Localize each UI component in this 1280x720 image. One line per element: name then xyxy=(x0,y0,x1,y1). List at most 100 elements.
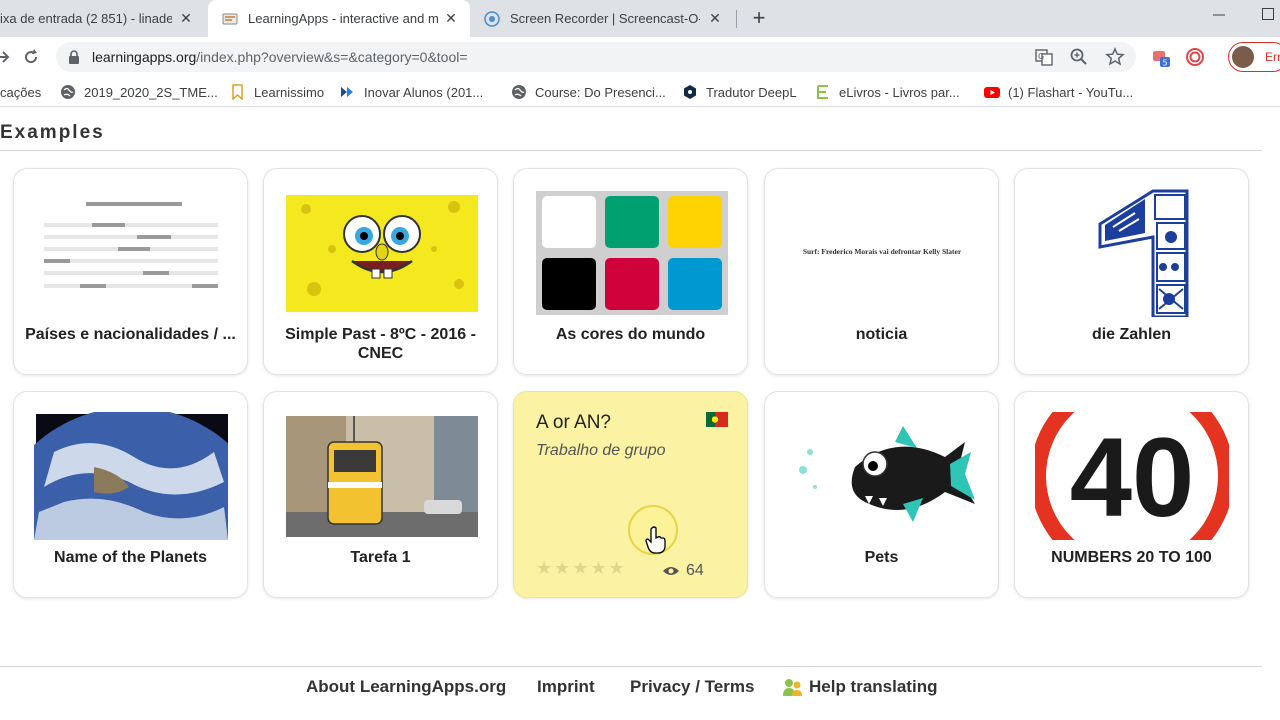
text-lines-thumbnail xyxy=(44,202,218,288)
app-card[interactable]: die Zahlen xyxy=(1014,168,1249,375)
divider xyxy=(0,666,1262,667)
card-title: As cores do mundo xyxy=(555,326,706,343)
divider xyxy=(0,150,1262,151)
card-title: Tarefa 1 xyxy=(350,549,411,566)
card-subtitle: Trabalho de grupo xyxy=(536,442,666,459)
app-card[interactable]: Tarefa 1 xyxy=(263,391,498,598)
view-count-value: 64 xyxy=(686,562,704,579)
close-icon[interactable]: ✕ xyxy=(442,9,460,27)
headline-text: Surf: Frederico Morais vai defrontar Kel… xyxy=(802,247,962,256)
bookmark-item[interactable]: cações xyxy=(0,83,41,101)
url-path: /index.php?overview&s=&category=0&tool= xyxy=(196,49,468,65)
globe-icon xyxy=(512,85,526,99)
card-title: A or AN? xyxy=(536,412,611,433)
reload-icon[interactable] xyxy=(21,47,41,67)
url-text[interactable]: learningapps.org/index.php?overview&s=&c… xyxy=(92,49,468,65)
card-title: NUMBERS 20 TO 100 xyxy=(1051,549,1212,566)
earth-thumbnail xyxy=(34,412,228,540)
app-card[interactable]: Name of the Planets xyxy=(13,391,248,598)
profile-label: Err xyxy=(1265,50,1280,64)
bookmark-item[interactable]: eLivros - Livros par... xyxy=(815,83,960,101)
eye-icon xyxy=(663,567,679,575)
app-card[interactable]: 40 NUMBERS 20 TO 100 xyxy=(1014,391,1249,598)
toolbar: learningapps.org/index.php?overview&s=&c… xyxy=(0,37,1280,77)
zoom-icon[interactable] xyxy=(1069,47,1089,67)
fish-thumbnail xyxy=(799,426,975,522)
card-title: Name of the Planets xyxy=(54,549,207,566)
imprint-link[interactable]: Imprint xyxy=(537,677,595,697)
lock-icon xyxy=(69,50,79,64)
spiral-extension-icon[interactable] xyxy=(1185,47,1205,67)
help-translating-link[interactable]: Help translating xyxy=(782,677,937,697)
card-title: noticia xyxy=(855,326,908,343)
translate-people-icon xyxy=(783,679,802,696)
url-host: learningapps.org xyxy=(92,49,197,65)
card-title: Simple Past - 8ºC - 2016 - CNEC xyxy=(285,326,476,362)
deepl-icon xyxy=(684,85,696,99)
close-icon[interactable]: ✕ xyxy=(706,9,724,27)
speed-sign-thumbnail: 40 xyxy=(1035,412,1229,540)
speed-sign-text: 40 xyxy=(1070,415,1195,540)
learningapps-favicon-icon xyxy=(222,13,238,24)
bookmark-label: eLivros - Livros par... xyxy=(839,84,960,100)
app-card[interactable]: Pets xyxy=(764,391,999,598)
bookmark-label: Tradutor DeepL xyxy=(706,84,797,100)
avatar xyxy=(1232,46,1254,68)
new-tab-button[interactable]: + xyxy=(748,7,770,29)
app-card[interactable]: Países e nacionalidades / ... xyxy=(13,168,248,375)
minimize-icon[interactable] xyxy=(1212,8,1226,22)
help-translating-label: Help translating xyxy=(809,677,938,696)
hand-cursor-icon xyxy=(645,526,666,554)
extension-badge: 5 xyxy=(1163,59,1168,68)
tab-strip: ixa de entrada (2 851) - linadet ✕ Learn… xyxy=(0,0,1280,37)
rating-stars[interactable]: ★★★★★ xyxy=(536,558,627,579)
tab-title: Screen Recorder | Screencast-O-M xyxy=(510,11,700,26)
maximize-icon[interactable] xyxy=(1262,8,1274,20)
bookmark-item[interactable]: Learnissimo xyxy=(230,83,324,101)
address-bar[interactable]: learningapps.org/index.php?overview&s=&c… xyxy=(56,42,1136,72)
forward-icon[interactable] xyxy=(0,47,12,67)
bookmark-label: Course: Do Presenci... xyxy=(535,84,666,100)
about-link[interactable]: About LearningApps.org xyxy=(306,677,506,697)
bookmark-label: (1) Flashart - YouTu... xyxy=(1008,84,1134,100)
privacy-terms-link[interactable]: Privacy / Terms xyxy=(630,677,754,697)
tab-inbox[interactable]: ixa de entrada (2 851) - linadet ✕ xyxy=(0,0,205,37)
section-title: Examples xyxy=(0,122,105,143)
inovar-icon xyxy=(341,87,353,97)
view-count: 64 xyxy=(662,562,704,580)
bookmark-item[interactable]: Inovar Alunos (201... xyxy=(340,83,483,101)
app-card[interactable]: As cores do mundo xyxy=(513,168,748,375)
translate-icon[interactable]: G xyxy=(1034,47,1054,67)
sponge-thumbnail xyxy=(286,195,478,312)
extension-icon[interactable]: 5 xyxy=(1151,47,1171,67)
portugal-flag-icon xyxy=(706,412,728,427)
app-card[interactable]: Surf: Frederico Morais vai defrontar Kel… xyxy=(764,168,999,375)
bookmark-label: Inovar Alunos (201... xyxy=(364,84,484,100)
app-card[interactable]: Simple Past - 8ºC - 2016 - CNEC xyxy=(263,168,498,375)
bookmark-item[interactable]: 2019_2020_2S_TME... xyxy=(60,83,218,101)
bookmark-label: 2019_2020_2S_TME... xyxy=(84,84,218,100)
tab-learningapps[interactable]: LearningApps - interactive and m ✕ xyxy=(208,0,470,37)
number-one-thumbnail xyxy=(1098,189,1189,317)
bookmark-item[interactable]: (1) Flashart - YouTu... xyxy=(984,83,1133,101)
color-grid-thumbnail xyxy=(536,191,728,315)
tab-title: LearningApps - interactive and m xyxy=(248,11,439,26)
bookmark-item[interactable]: Course: Do Presenci... xyxy=(511,83,666,101)
app-card-hovered[interactable]: A or AN? Trabalho de grupo ★★★★★ 64 xyxy=(513,391,748,598)
globe-icon xyxy=(61,85,75,99)
tab-title: ixa de entrada (2 851) - linadet xyxy=(0,11,172,26)
bookmark-item[interactable]: Tradutor DeepL xyxy=(682,83,797,101)
close-icon[interactable]: ✕ xyxy=(177,9,195,27)
bookmarks-bar: cações 2019_2020_2S_TME... Learnissimo I… xyxy=(0,77,1280,107)
profile-button[interactable]: Err xyxy=(1228,42,1280,72)
card-title: die Zahlen xyxy=(1091,326,1172,343)
bookmark-label: Learnissimo xyxy=(254,84,325,100)
tram-thumbnail xyxy=(286,416,478,537)
bookmark-star-icon[interactable] xyxy=(1105,47,1125,67)
headline-thumbnail: Surf: Frederico Morais vai defrontar Kel… xyxy=(785,189,979,317)
card-title: Pets xyxy=(864,549,899,566)
bookmark-label: cações xyxy=(0,84,42,100)
record-favicon-icon xyxy=(484,10,500,27)
tab-screen-recorder[interactable]: Screen Recorder | Screencast-O-M ✕ xyxy=(484,0,734,37)
youtube-icon xyxy=(984,87,1000,98)
